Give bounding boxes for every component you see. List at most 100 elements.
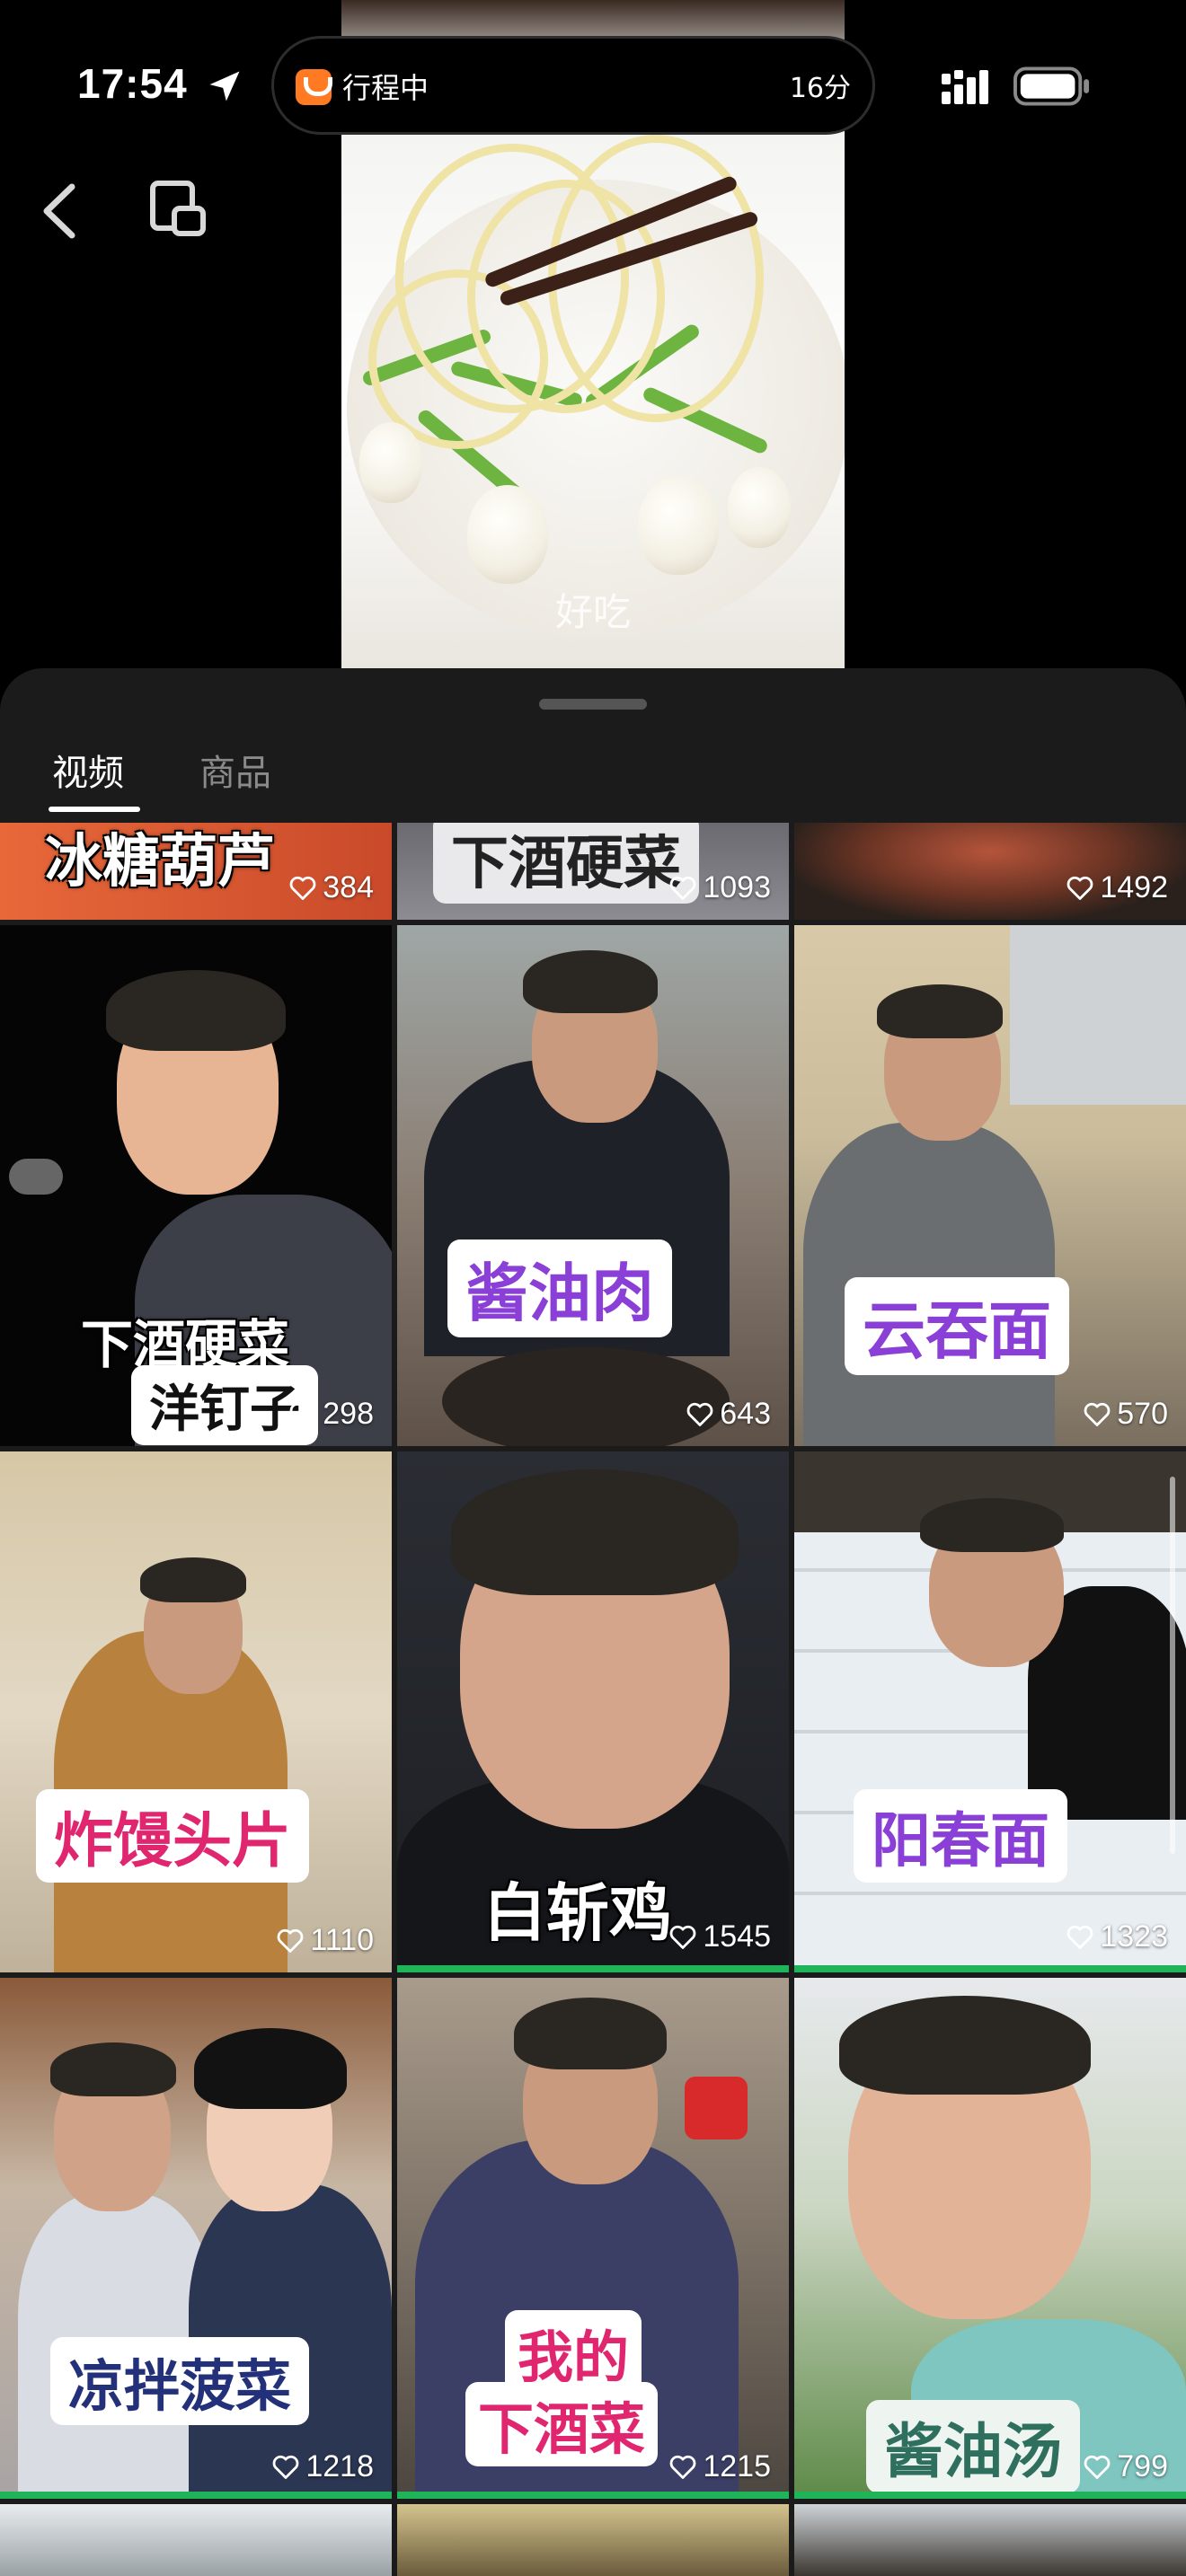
heart-icon xyxy=(670,1925,696,1949)
heart-icon xyxy=(670,2455,696,2479)
video-thumbnail[interactable]: 阳春面 1323 xyxy=(794,1451,1186,1972)
heart-icon xyxy=(278,1928,304,1953)
food-detail xyxy=(638,476,719,575)
active-tab-indicator xyxy=(49,807,140,812)
location-arrow-icon xyxy=(209,71,240,101)
video-title: 酱油汤 xyxy=(866,2400,1080,2493)
person-figure xyxy=(50,2042,176,2096)
like-count-value: 1545 xyxy=(703,1919,771,1954)
ride-app-icon xyxy=(296,69,332,105)
watched-progress-bar xyxy=(397,1965,789,1972)
like-count: 1093 xyxy=(668,870,771,905)
like-count: 384 xyxy=(288,870,374,905)
heart-icon xyxy=(686,1402,713,1426)
video-title: 冰糖葫芦 xyxy=(45,829,275,895)
signal-icon xyxy=(942,70,988,104)
like-count-value: 570 xyxy=(1117,1397,1168,1431)
heart-icon xyxy=(670,876,696,900)
tab-goods[interactable]: 商品 xyxy=(199,744,271,796)
watched-progress-bar xyxy=(794,1965,1186,1972)
video-title: 酱油肉 xyxy=(447,1239,672,1337)
video-title: 阳春面 xyxy=(854,1789,1067,1883)
person-figure xyxy=(523,950,658,1013)
heart-icon xyxy=(289,1402,316,1426)
like-count: 799 xyxy=(1083,2449,1168,2484)
like-count: 1492 xyxy=(1066,870,1168,905)
video-title: 下酒硬菜 xyxy=(433,823,699,904)
thumbnail-image xyxy=(397,2504,789,2576)
like-count-value: 643 xyxy=(720,1397,771,1431)
like-count-value: 1110 xyxy=(310,1923,374,1957)
back-chevron-icon[interactable] xyxy=(36,180,81,243)
like-count-value: 1215 xyxy=(703,2449,771,2483)
watched-progress-bar xyxy=(794,2492,1186,2499)
video-thumbnail[interactable]: 下酒硬菜 1093 xyxy=(397,823,789,920)
like-count: 1218 xyxy=(271,2449,374,2484)
like-count: 298 xyxy=(288,1397,374,1432)
picture-in-picture-icon[interactable] xyxy=(149,180,207,239)
food-detail xyxy=(359,422,422,503)
trip-status-label: 行程中 xyxy=(342,71,429,105)
like-count: 570 xyxy=(1083,1397,1168,1432)
like-count-value: 384 xyxy=(323,870,374,904)
video-thumbnail[interactable]: 下酒硬菜 洋钉子 298 xyxy=(0,925,392,1446)
video-thumbnail[interactable] xyxy=(794,2504,1186,2576)
video-thumbnail[interactable]: 凉拌菠菜 1218 xyxy=(0,1978,392,2499)
status-time: 17:54 xyxy=(77,60,188,107)
heart-icon xyxy=(1084,1402,1111,1426)
microphone xyxy=(9,1159,63,1195)
video-thumbnail[interactable]: 酱油肉 643 xyxy=(397,925,789,1446)
thumbnail-image xyxy=(0,2504,392,2576)
scrollbar[interactable] xyxy=(1170,1477,1175,1854)
tab-video[interactable]: 视频 xyxy=(52,744,124,796)
like-count-value: 298 xyxy=(323,1397,374,1431)
watched-progress-bar xyxy=(0,2492,392,2499)
person-figure xyxy=(514,1998,667,2069)
person-figure xyxy=(106,970,286,1051)
trip-status-pill[interactable]: 行程中 16分 xyxy=(271,36,875,135)
video-caption: 好吃 xyxy=(554,590,631,634)
like-count-value: 1218 xyxy=(305,2449,374,2483)
video-thumbnail[interactable]: 冰糖葫芦 384 xyxy=(0,823,392,920)
heart-icon xyxy=(1067,876,1093,900)
person-figure xyxy=(839,1996,1091,2095)
heart-icon xyxy=(273,2455,299,2479)
video-title: 白斩鸡 xyxy=(483,1876,672,1950)
red-bag xyxy=(685,2077,748,2139)
content-sheet: 视频 商品 冰糖葫芦 384 下酒硬菜 1093 1492 下酒硬菜 洋钉子 2… xyxy=(0,668,1186,2576)
sheet-grab-handle[interactable] xyxy=(539,699,647,710)
video-title: 云吞面 xyxy=(845,1277,1069,1375)
watched-progress-bar xyxy=(397,2492,789,2499)
person-figure xyxy=(194,2028,347,2109)
video-thumbnail[interactable]: 1492 xyxy=(794,823,1186,920)
like-count-value: 1093 xyxy=(703,870,771,904)
video-thumbnail[interactable]: 我的 下酒菜 1215 xyxy=(397,1978,789,2499)
video-thumbnail[interactable]: 炸馒头片 1110 xyxy=(0,1451,392,1972)
like-count: 1215 xyxy=(668,2449,771,2484)
food-detail xyxy=(728,467,791,548)
like-count: 1110 xyxy=(276,1923,374,1958)
person-figure xyxy=(877,984,1003,1038)
heart-icon xyxy=(1084,2455,1111,2479)
battery-icon xyxy=(1013,66,1090,106)
food-detail xyxy=(467,485,548,584)
like-count-value: 1492 xyxy=(1100,870,1168,904)
like-count-value: 1323 xyxy=(1100,1919,1168,1954)
video-thumbnail[interactable] xyxy=(0,2504,392,2576)
person-figure xyxy=(920,1498,1064,1552)
heart-icon xyxy=(1067,1925,1093,1949)
video-title: 下酒菜 xyxy=(465,2382,659,2466)
video-thumbnail[interactable] xyxy=(397,2504,789,2576)
trip-eta: 16分 xyxy=(789,73,851,104)
heart-icon xyxy=(289,876,316,900)
thumbnail-image xyxy=(794,2504,1186,2576)
video-title: 凉拌菠菜 xyxy=(50,2337,310,2425)
video-thumbnail[interactable]: 白斩鸡 1545 xyxy=(397,1451,789,1972)
range-hood xyxy=(1010,925,1186,1105)
like-count-value: 799 xyxy=(1117,2449,1168,2483)
like-count: 1545 xyxy=(668,1919,771,1954)
video-thumbnail[interactable]: 云吞面 570 xyxy=(794,925,1186,1446)
video-thumbnail[interactable]: 酱油汤 799 xyxy=(794,1978,1186,2499)
video-title: 炸馒头片 xyxy=(36,1789,309,1883)
person-figure xyxy=(140,1557,246,1602)
